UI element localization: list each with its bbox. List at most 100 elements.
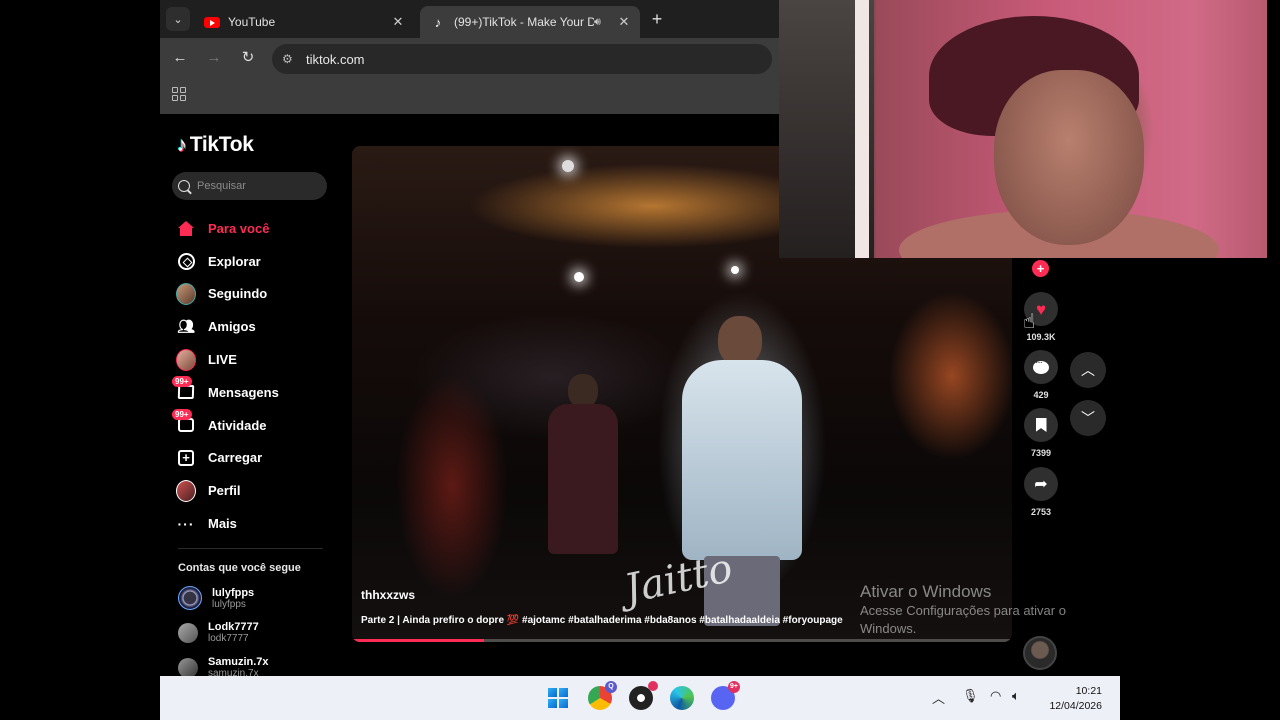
forward-button[interactable]: →	[204, 48, 224, 68]
webcam-background-door	[779, 0, 874, 258]
messages-icon: 99+	[172, 376, 196, 402]
sidebar-item-perfil[interactable]: Perfil	[176, 474, 336, 507]
next-video-button[interactable]: ﹀	[1070, 400, 1106, 436]
video-caption: Parte 2 | Ainda prefiro o dopre 💯 #ajota…	[361, 615, 843, 626]
avatar	[178, 586, 202, 610]
sidebar-item-para-voce[interactable]: Para você	[176, 212, 336, 245]
video-progress-bar[interactable]	[352, 639, 1012, 642]
avatar	[178, 657, 198, 676]
edge-icon	[670, 686, 694, 710]
activation-title: Ativar o Windows	[860, 582, 992, 601]
comment-button[interactable]: 429	[1023, 350, 1059, 400]
volume-icon[interactable]: 🔈︎	[1012, 688, 1020, 704]
close-tab-icon[interactable]: ✕	[390, 14, 406, 30]
chevron-down-icon: ﹀	[1081, 410, 1095, 426]
upload-icon: +	[176, 448, 196, 468]
account-handle: samuzin.7x	[208, 668, 259, 676]
notification-badge: 99+	[172, 409, 192, 421]
following-account[interactable]: lulyfpps lulyfpps	[178, 586, 254, 610]
compass-icon	[176, 251, 196, 271]
taskbar-obs[interactable]	[627, 681, 658, 712]
taskbar-clock[interactable]: 10:21 12/04/2026	[1044, 684, 1102, 714]
microphone-icon[interactable]: 🎙︎	[962, 688, 979, 704]
sidebar-item-amigos[interactable]: 👥︎ Amigos	[176, 310, 336, 343]
stage-light	[731, 266, 739, 274]
taskbar-edge[interactable]	[668, 684, 696, 712]
sidebar-item-label: LIVE	[208, 352, 237, 368]
tab-youtube[interactable]: YouTube ✕	[196, 6, 414, 38]
heart-icon: ♥	[1035, 299, 1047, 319]
sidebar-item-label: Seguindo	[208, 286, 268, 302]
account-name: lulyfpps	[212, 586, 255, 599]
following-account[interactable]: Samuzin.7x samuzin.7x	[178, 656, 269, 676]
address-bar[interactable]: ⚙︎ tiktok.com	[272, 44, 772, 74]
account-handle: lulyfpps	[212, 598, 246, 610]
account-handle: lodk7777	[208, 633, 249, 644]
site-info-icon[interactable]: ⚙︎	[282, 52, 296, 66]
previous-video-button[interactable]: ︿	[1070, 352, 1106, 388]
hand-cursor-icon: ☝︎	[1023, 311, 1036, 333]
sidebar-item-label: Perfil	[208, 483, 241, 499]
new-tab-button[interactable]: +	[646, 8, 668, 30]
video-performer-background	[548, 374, 618, 594]
video-author[interactable]: thhxxzws	[361, 588, 415, 602]
activation-message: Acesse Configurações para ativar o Windo…	[860, 603, 1066, 636]
clock-time: 10:21	[1075, 685, 1102, 697]
save-count: 7399	[1030, 448, 1052, 458]
taskbar-chrome[interactable]: Q	[586, 681, 617, 712]
follow-button[interactable]: +	[1032, 260, 1049, 277]
tiktok-icon: ♪	[434, 14, 442, 30]
home-icon	[176, 218, 196, 238]
windows-taskbar: Q 9+ ︿ 🎙︎ ◠ 🔈︎ 10:21 12/04/2026	[160, 676, 1120, 720]
start-button[interactable]	[544, 684, 572, 712]
share-count: 2753	[1030, 507, 1052, 517]
apps-grid-icon[interactable]	[172, 87, 186, 101]
stage-light	[562, 160, 574, 172]
chevron-up-icon: ︿	[1081, 362, 1095, 378]
webcam-overlay	[779, 0, 1267, 258]
wifi-icon[interactable]: ◠	[990, 688, 1001, 704]
reload-button[interactable]: ↻	[238, 48, 258, 68]
profile-avatar-icon	[176, 479, 196, 502]
sidebar-item-live[interactable]: LIVE	[176, 343, 336, 376]
taskbar-badge: Q	[605, 681, 617, 693]
sidebar-item-mensagens[interactable]: 99+ Mensagens	[172, 376, 336, 409]
save-button[interactable]: 7399	[1023, 408, 1059, 458]
stage-light	[574, 272, 584, 282]
speaker-icon[interactable]: 🔊︎	[594, 16, 610, 29]
comment-icon	[1033, 357, 1049, 374]
music-disc-icon[interactable]	[1023, 636, 1057, 670]
share-button[interactable]: ➦ 2753	[1023, 467, 1059, 517]
sidebar-item-label: Amigos	[208, 319, 256, 335]
account-name: Lodk7777	[208, 621, 259, 633]
tab-search-button[interactable]: ⌄	[166, 7, 190, 31]
notification-badge: 99+	[172, 376, 192, 388]
sidebar-item-seguindo[interactable]: Seguindo	[176, 278, 336, 311]
sidebar-item-atividade[interactable]: 99+ Atividade	[172, 409, 336, 442]
sidebar-divider	[178, 548, 323, 549]
sidebar-item-carregar[interactable]: + Carregar	[176, 442, 336, 475]
bookmark-icon	[1035, 418, 1047, 432]
following-avatar-icon	[176, 282, 196, 305]
following-account[interactable]: Lodk7777 lodk7777	[178, 621, 259, 644]
account-name: Samuzin.7x	[208, 656, 269, 668]
sidebar-item-label: Para você	[208, 220, 270, 236]
back-button[interactable]: ←	[170, 48, 190, 68]
sidebar-item-mais[interactable]: ··· Mais	[176, 507, 336, 540]
following-section-title: Contas que você segue	[178, 562, 301, 574]
live-avatar-icon	[176, 348, 196, 371]
tiktok-logo[interactable]: ♪ TikTok	[177, 133, 254, 157]
avatar	[178, 622, 198, 643]
sidebar-nav: Para você Explorar Seguindo 👥︎ Amigos LI…	[172, 212, 336, 540]
taskbar-discord[interactable]: 9+	[709, 681, 740, 712]
sidebar-item-explorar[interactable]: Explorar	[176, 245, 336, 278]
clock-date: 12/04/2026	[1049, 700, 1102, 712]
windows-activation-watermark: Ativar o Windows Acesse Configurações pa…	[860, 582, 1100, 638]
video-progress-fill	[352, 639, 484, 642]
search-placeholder: Pesquisar	[197, 180, 246, 192]
sidebar-item-label: Mais	[208, 516, 237, 532]
tab-tiktok[interactable]: ♪ (99+)TikTok - Make Your Day 🔊︎ ✕	[420, 6, 640, 38]
close-tab-icon[interactable]: ✕	[616, 14, 632, 30]
search-input[interactable]: Pesquisar	[172, 172, 327, 200]
tray-overflow-chevron-icon[interactable]: ︿	[932, 688, 945, 707]
